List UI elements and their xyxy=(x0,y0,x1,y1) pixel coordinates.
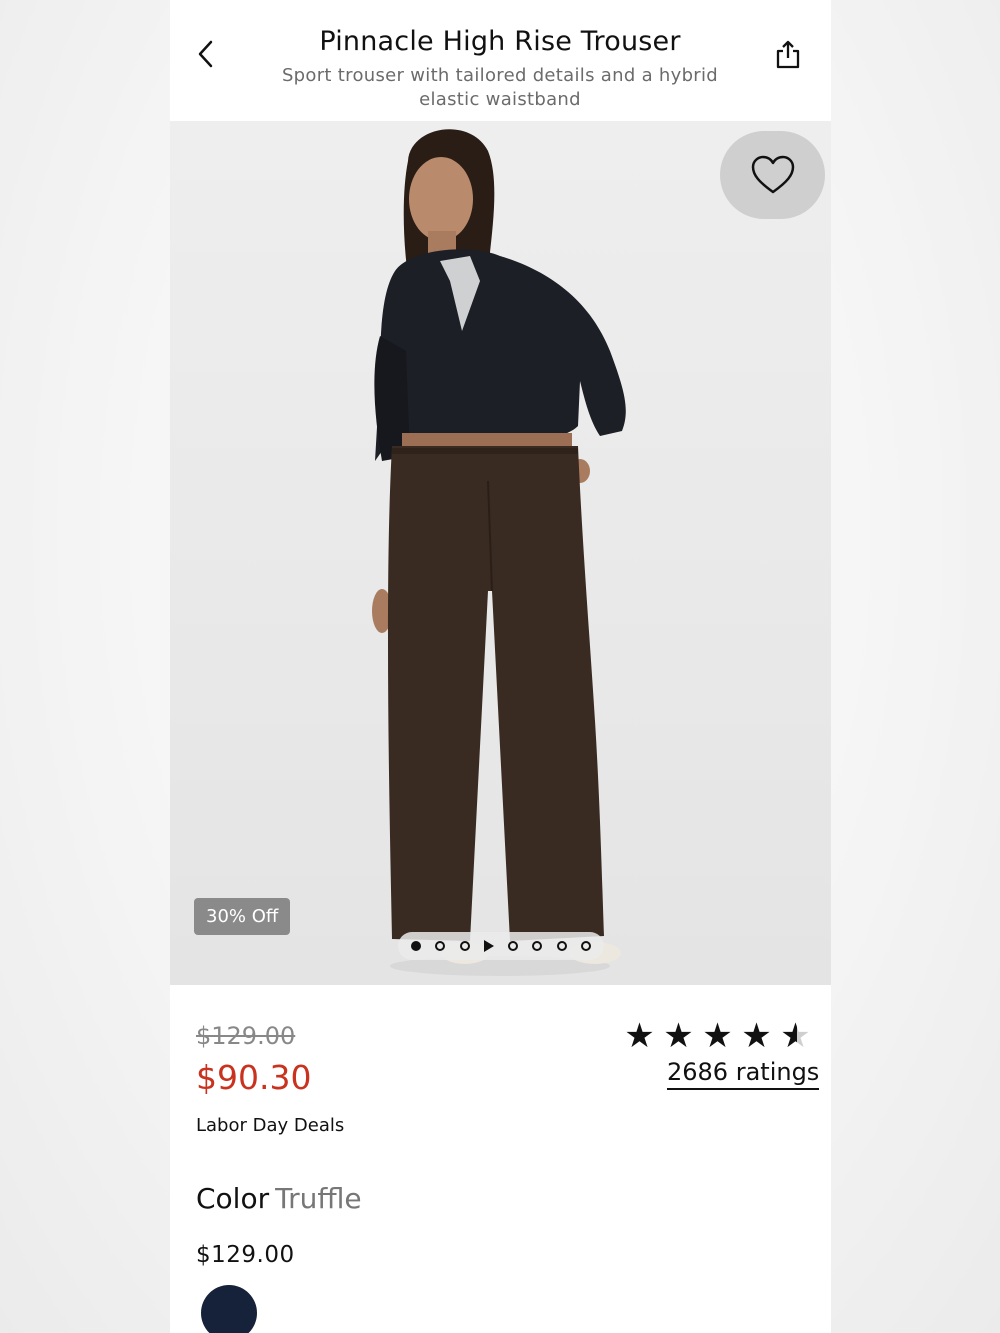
product-page: Pinnacle High Rise Trouser Sport trouser… xyxy=(170,0,831,1333)
product-image-carousel[interactable]: 30% Off xyxy=(170,121,831,985)
back-button[interactable] xyxy=(188,34,224,74)
page-subtitle: Sport trouser with tailored details and … xyxy=(281,65,719,110)
share-button[interactable] xyxy=(770,36,806,72)
discount-badge: 30% Off xyxy=(194,898,291,935)
promo-label: Labor Day Deals xyxy=(196,1115,345,1136)
swatch-price: $129.00 xyxy=(196,1242,295,1268)
carousel-dot[interactable] xyxy=(580,941,591,951)
carousel-dot[interactable] xyxy=(459,941,470,951)
star-rating[interactable]: ★ ★ ★ ★ ★ xyxy=(622,1016,813,1056)
color-label: Color xyxy=(196,1182,270,1215)
star-half-icon: ★ xyxy=(778,1016,813,1056)
share-icon xyxy=(776,40,800,69)
carousel-indicator xyxy=(398,932,604,960)
color-selector-label: Color Truffle xyxy=(196,1182,362,1215)
star-icon: ★ xyxy=(741,1016,772,1056)
carousel-dot[interactable] xyxy=(556,941,567,951)
carousel-dot[interactable] xyxy=(435,941,446,951)
carousel-dot[interactable] xyxy=(532,941,543,951)
original-price: $129.00 xyxy=(196,1022,296,1050)
video-play-icon[interactable] xyxy=(483,940,494,952)
favorite-button[interactable] xyxy=(720,131,825,219)
page-title: Pinnacle High Rise Trouser xyxy=(319,26,681,57)
product-photo xyxy=(372,129,626,976)
color-swatch[interactable] xyxy=(201,1285,257,1333)
header: Pinnacle High Rise Trouser Sport trouser… xyxy=(170,0,831,122)
heart-icon xyxy=(751,155,794,194)
star-icon: ★ xyxy=(663,1016,694,1056)
sale-price: $90.30 xyxy=(196,1058,312,1097)
chevron-left-icon xyxy=(198,40,213,68)
star-icon: ★ xyxy=(702,1016,733,1056)
star-icon: ★ xyxy=(624,1016,655,1056)
ratings-link[interactable]: 2686 ratings xyxy=(667,1058,820,1090)
carousel-dot[interactable] xyxy=(508,941,519,951)
carousel-dot[interactable] xyxy=(411,941,422,951)
selected-color-name: Truffle xyxy=(275,1182,362,1215)
